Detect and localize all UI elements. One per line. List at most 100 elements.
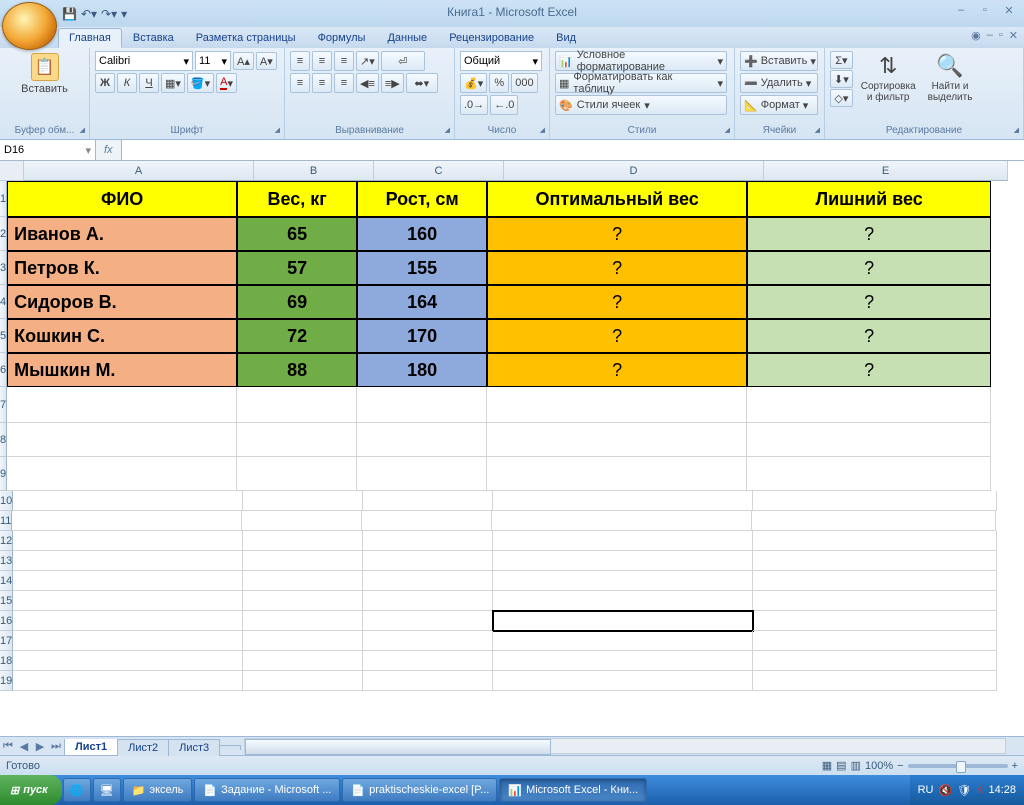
cell-e5[interactable]: ? [747,319,991,353]
restore-button[interactable]: ▫ [974,2,996,18]
cell-d1[interactable]: Оптимальный вес [487,181,747,217]
new-sheet-button[interactable] [219,745,241,750]
row-header-7[interactable]: 7 [0,387,7,423]
format-cells-button[interactable]: 📐 Формат ▾ [740,95,818,115]
cell-a1[interactable]: ФИО [7,181,237,217]
cell-c5[interactable]: 170 [357,319,487,353]
cell-b4[interactable]: 69 [237,285,357,319]
system-tray[interactable]: RU 🔇 🛡 K 14:28 [910,775,1024,805]
fx-button[interactable]: fx [96,140,122,160]
font-size-select[interactable]: 11▾ [195,51,231,71]
cell-a2[interactable]: Иванов А. [7,217,237,251]
fill-color-button[interactable]: 🪣▾ [187,73,214,93]
view-normal-icon[interactable]: ▦ [822,759,832,772]
sheet-tab-2[interactable]: Лист2 [117,739,169,756]
tray-icon-2[interactable]: 🛡 [957,784,971,797]
zoom-in-button[interactable]: + [1012,760,1018,772]
view-layout-icon[interactable]: ▤ [836,759,846,772]
cell-styles-button[interactable]: 🎨 Стили ячеек ▾ [555,95,727,115]
cell-d3[interactable]: ? [487,251,747,285]
quick-launch-desktop[interactable]: 🖥 [93,778,121,802]
conditional-format-button[interactable]: 📊 Условное форматирование ▾ [555,51,727,71]
row-header-19[interactable]: 19 [0,671,13,691]
merge-button[interactable]: ⬌▾ [406,73,438,93]
col-header-e[interactable]: E [764,161,1008,181]
row-header-12[interactable]: 12 [0,531,13,551]
doc-restore-button[interactable]: ▫ [999,29,1003,42]
cell-e6[interactable]: ? [747,353,991,387]
col-header-b[interactable]: B [254,161,374,181]
cell-e3[interactable]: ? [747,251,991,285]
cell-c6[interactable]: 180 [357,353,487,387]
col-header-d[interactable]: D [504,161,764,181]
prev-sheet-button[interactable]: ◀ [16,738,32,754]
cell-b2[interactable]: 65 [237,217,357,251]
row-header-13[interactable]: 13 [0,551,13,571]
cell-d6[interactable]: ? [487,353,747,387]
orientation-button[interactable]: ↗▾ [356,51,379,71]
tray-icon[interactable]: 🔇 [938,784,952,797]
doc-close-button[interactable]: ✕ [1009,29,1018,42]
currency-button[interactable]: 💰▾ [460,73,487,93]
row-header-10[interactable]: 10 [0,491,13,511]
cell-e2[interactable]: ? [747,217,991,251]
font-color-button[interactable]: A▾ [216,73,237,93]
row-header-14[interactable]: 14 [0,571,13,591]
align-left-button[interactable]: ≡ [290,73,310,93]
insert-cells-button[interactable]: ➕ Вставить ▾ [740,51,818,71]
tab-review[interactable]: Рецензирование [438,28,545,48]
cell-b5[interactable]: 72 [237,319,357,353]
row-header-11[interactable]: 11 [0,511,12,531]
align-bottom-button[interactable]: ≡ [334,51,354,71]
taskbar-item-3[interactable]: 📄 praktischeskie-excel [P... [342,778,497,802]
doc-minimize-button[interactable]: – [987,29,993,42]
row-header-1[interactable]: 1 [0,181,7,217]
cell-b6[interactable]: 88 [237,353,357,387]
cell-b1[interactable]: Вес, кг [237,181,357,217]
paste-button[interactable]: 📋 Вставить [5,51,84,97]
wrap-text-button[interactable]: ⏎ [381,51,425,71]
row-header-2[interactable]: 2 [0,217,7,251]
zoom-out-button[interactable]: − [897,760,903,772]
first-sheet-button[interactable]: ⏮ [0,738,16,754]
tab-view[interactable]: Вид [545,28,587,48]
tab-insert[interactable]: Вставка [122,28,185,48]
view-break-icon[interactable]: ▥ [851,759,861,772]
cell-c2[interactable]: 160 [357,217,487,251]
align-top-button[interactable]: ≡ [290,51,310,71]
cell-e4[interactable]: ? [747,285,991,319]
font-family-select[interactable]: Calibri▾ [95,51,193,71]
cell-c4[interactable]: 164 [357,285,487,319]
tab-home[interactable]: Главная [58,28,122,48]
cell-c3[interactable]: 155 [357,251,487,285]
number-format-select[interactable]: Общий▾ [460,51,542,71]
last-sheet-button[interactable]: ⏭ [48,738,64,754]
clock[interactable]: 14:28 [988,784,1016,796]
quick-launch-chrome[interactable]: 🌐 [63,778,91,802]
formula-input[interactable] [122,140,1024,160]
cell-a3[interactable]: Петров К. [7,251,237,285]
format-as-table-button[interactable]: ▦ Форматировать как таблицу ▾ [555,73,727,93]
delete-cells-button[interactable]: ➖ Удалить ▾ [740,73,818,93]
cell-d4[interactable]: ? [487,285,747,319]
bold-button[interactable]: Ж [95,73,115,93]
help-icon[interactable]: ◉ [971,29,981,42]
row-header-18[interactable]: 18 [0,651,13,671]
row-header-5[interactable]: 5 [0,319,7,353]
decrease-font-button[interactable]: A▾ [256,52,277,70]
clear-button[interactable]: ◇▾ [830,89,853,107]
percent-button[interactable]: % [489,73,509,93]
cell-d5[interactable]: ? [487,319,747,353]
row-header-17[interactable]: 17 [0,631,13,651]
col-header-a[interactable]: A [24,161,254,181]
cell-d16[interactable] [493,611,753,631]
comma-button[interactable]: 000 [511,73,537,93]
decrease-indent-button[interactable]: ◀≡ [356,73,379,93]
worksheet-grid[interactable]: 1 ФИО Вес, кг Рост, см Оптимальный вес Л… [0,181,1024,736]
taskbar-item-4[interactable]: 📊 Microsoft Excel - Кни... [499,778,647,802]
row-header-3[interactable]: 3 [0,251,7,285]
row-header-4[interactable]: 4 [0,285,7,319]
col-header-c[interactable]: C [374,161,504,181]
sort-filter-button[interactable]: ⇅ Сортировка и фильтр [857,51,920,105]
cell-a4[interactable]: Сидоров В. [7,285,237,319]
